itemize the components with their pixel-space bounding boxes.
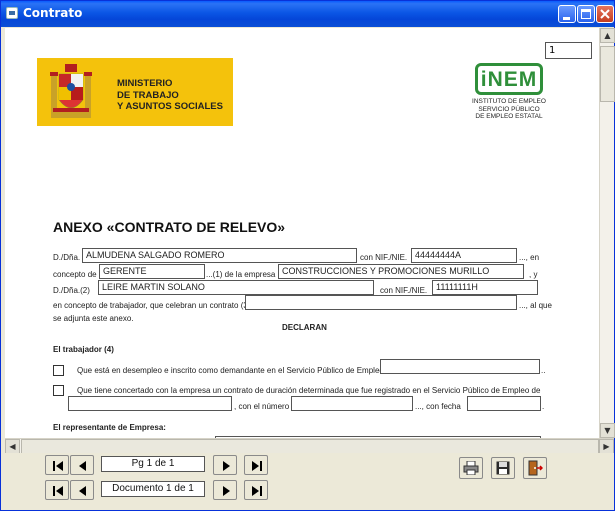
concept-field[interactable]: GERENTE	[99, 264, 205, 279]
printer-icon	[463, 461, 479, 475]
print-button[interactable]	[459, 457, 483, 479]
title-bar[interactable]: Contrato	[1, 1, 614, 27]
previous-page-button[interactable]	[70, 455, 94, 475]
first-page-button[interactable]	[45, 455, 69, 475]
option2-checkbox[interactable]	[53, 385, 64, 396]
save-button[interactable]	[491, 457, 515, 479]
worker-name-field[interactable]: LEIRE MARTIN SOLANO	[98, 280, 374, 295]
representante-heading: El representante de Empresa:	[53, 423, 166, 432]
last-document-button[interactable]	[244, 480, 268, 500]
option1-ellipsis: ..	[541, 366, 546, 375]
page-number-box[interactable]: 1	[545, 42, 592, 59]
previous-icon	[79, 461, 86, 471]
row2-suffix: , y	[529, 270, 538, 279]
trabajador-heading: El trabajador (4)	[53, 345, 114, 354]
document-indicator: Documento 1 de 1	[101, 481, 205, 497]
company-field[interactable]: CONSTRUCCIONES Y PROMOCIONES MURILLO	[278, 264, 524, 279]
first-icon	[53, 461, 63, 471]
option2-ellipsis: .	[542, 402, 545, 411]
last-icon	[252, 461, 262, 471]
scroll-down-icon[interactable]: ▼	[600, 423, 615, 438]
document-title: ANEXO «CONTRATO DE RELEVO»	[53, 219, 286, 235]
registration-number-field[interactable]	[291, 396, 413, 411]
employment-service-field-1[interactable]	[380, 359, 540, 374]
document-viewport: 1 MINISTERIO DE TRABAJO Y ASUNTOS SOCIAL…	[5, 28, 599, 438]
horizontal-scroll-thumb[interactable]	[21, 439, 599, 454]
previous-document-button[interactable]	[70, 480, 94, 500]
inem-line2: SERVICIO PÚBLICO	[478, 105, 540, 113]
exit-button[interactable]	[523, 457, 547, 479]
maximize-icon	[581, 9, 591, 19]
row1-nif-label: con NIF./NIE.	[360, 253, 408, 262]
row2-label: concepto de	[53, 270, 97, 279]
row3-nif-label: con NIF./NIE.	[380, 286, 428, 295]
horizontal-scrollbar[interactable]: ◀ ▶	[5, 438, 614, 454]
last-icon	[252, 486, 262, 496]
next-icon	[223, 486, 230, 496]
minimize-icon	[563, 17, 570, 20]
close-icon	[600, 9, 610, 19]
scroll-left-icon[interactable]: ◀	[5, 439, 20, 454]
option2-text: Que tiene concertado con la empresa un c…	[77, 386, 541, 395]
row4-text: en concepto de trabajador, que celebran …	[53, 301, 260, 310]
row2-mid-label: ...(1) de la empresa	[206, 270, 276, 279]
registration-date-field[interactable]	[467, 396, 541, 411]
previous-icon	[79, 486, 86, 496]
scroll-up-icon[interactable]: ▲	[600, 28, 615, 43]
next-document-button[interactable]	[213, 480, 237, 500]
ministry-logo: MINISTERIO DE TRABAJO Y ASUNTOS SOCIALES	[37, 58, 233, 126]
page-indicator: Pg 1 de 1	[101, 456, 205, 472]
floppy-disk-icon	[496, 461, 510, 475]
row1-label: D./Dña.	[53, 253, 81, 262]
ministry-line2: DE TRABAJO	[117, 89, 179, 101]
con-numero-label: , con el número	[234, 402, 290, 411]
option1-checkbox[interactable]	[53, 365, 64, 376]
representative-nif-field[interactable]: 44444444A	[411, 248, 517, 263]
option1-text: Que está en desempleo e inscrito como de…	[77, 366, 395, 375]
next-page-button[interactable]	[213, 455, 237, 475]
inem-logo-text: iNEM	[480, 68, 538, 91]
exit-door-icon	[528, 460, 543, 476]
first-document-button[interactable]	[45, 480, 69, 500]
first-icon	[53, 486, 63, 496]
window-title: Contrato	[23, 6, 83, 20]
ministry-line3: Y ASUNTOS SOCIALES	[117, 101, 223, 112]
scroll-right-icon[interactable]: ▶	[599, 439, 614, 454]
next-icon	[223, 461, 230, 471]
minimize-button[interactable]	[558, 5, 576, 23]
navigation-toolbar: Pg 1 de 1 Documento 1 de 1	[1, 453, 614, 510]
maximize-button[interactable]	[577, 5, 595, 23]
ministry-line1: MINISTERIO	[117, 78, 173, 89]
row5-text: se adjunta este anexo.	[53, 314, 134, 323]
contrato-window: Contrato 1 MINISTERIO DE TRABAJO Y ASUNT…	[0, 0, 615, 511]
employment-service-field-2[interactable]	[68, 396, 232, 411]
declaran-heading: DECLARAN	[282, 323, 327, 332]
close-button[interactable]	[596, 5, 614, 23]
vertical-scroll-thumb[interactable]	[600, 46, 615, 102]
app-icon	[6, 7, 18, 19]
row1-suffix: ..., en	[519, 253, 540, 262]
empresa-representative-name-field[interactable]: ALMUDENA SALGADO ROMERO	[82, 248, 357, 263]
inem-badge: iNEM	[475, 63, 543, 95]
worker-nif-field[interactable]: 11111111H	[432, 280, 538, 295]
contract-type-field[interactable]	[245, 295, 517, 310]
spanish-crest-icon	[50, 64, 92, 118]
inem-line1: INSTITUTO DE EMPLEO	[472, 98, 546, 105]
inem-logo: iNEM INSTITUTO DE EMPLEO SERVICIO PÚBLIC…	[467, 63, 551, 123]
con-fecha-label: ..., con fecha	[415, 402, 461, 411]
row4-suffix: ..., al que	[519, 301, 552, 310]
last-page-button[interactable]	[244, 455, 268, 475]
inem-line3: DE EMPLEO ESTATAL	[475, 113, 543, 120]
row3-label: D./Dña.(2)	[53, 286, 90, 295]
vertical-scrollbar[interactable]: ▲ ▼	[599, 28, 615, 438]
